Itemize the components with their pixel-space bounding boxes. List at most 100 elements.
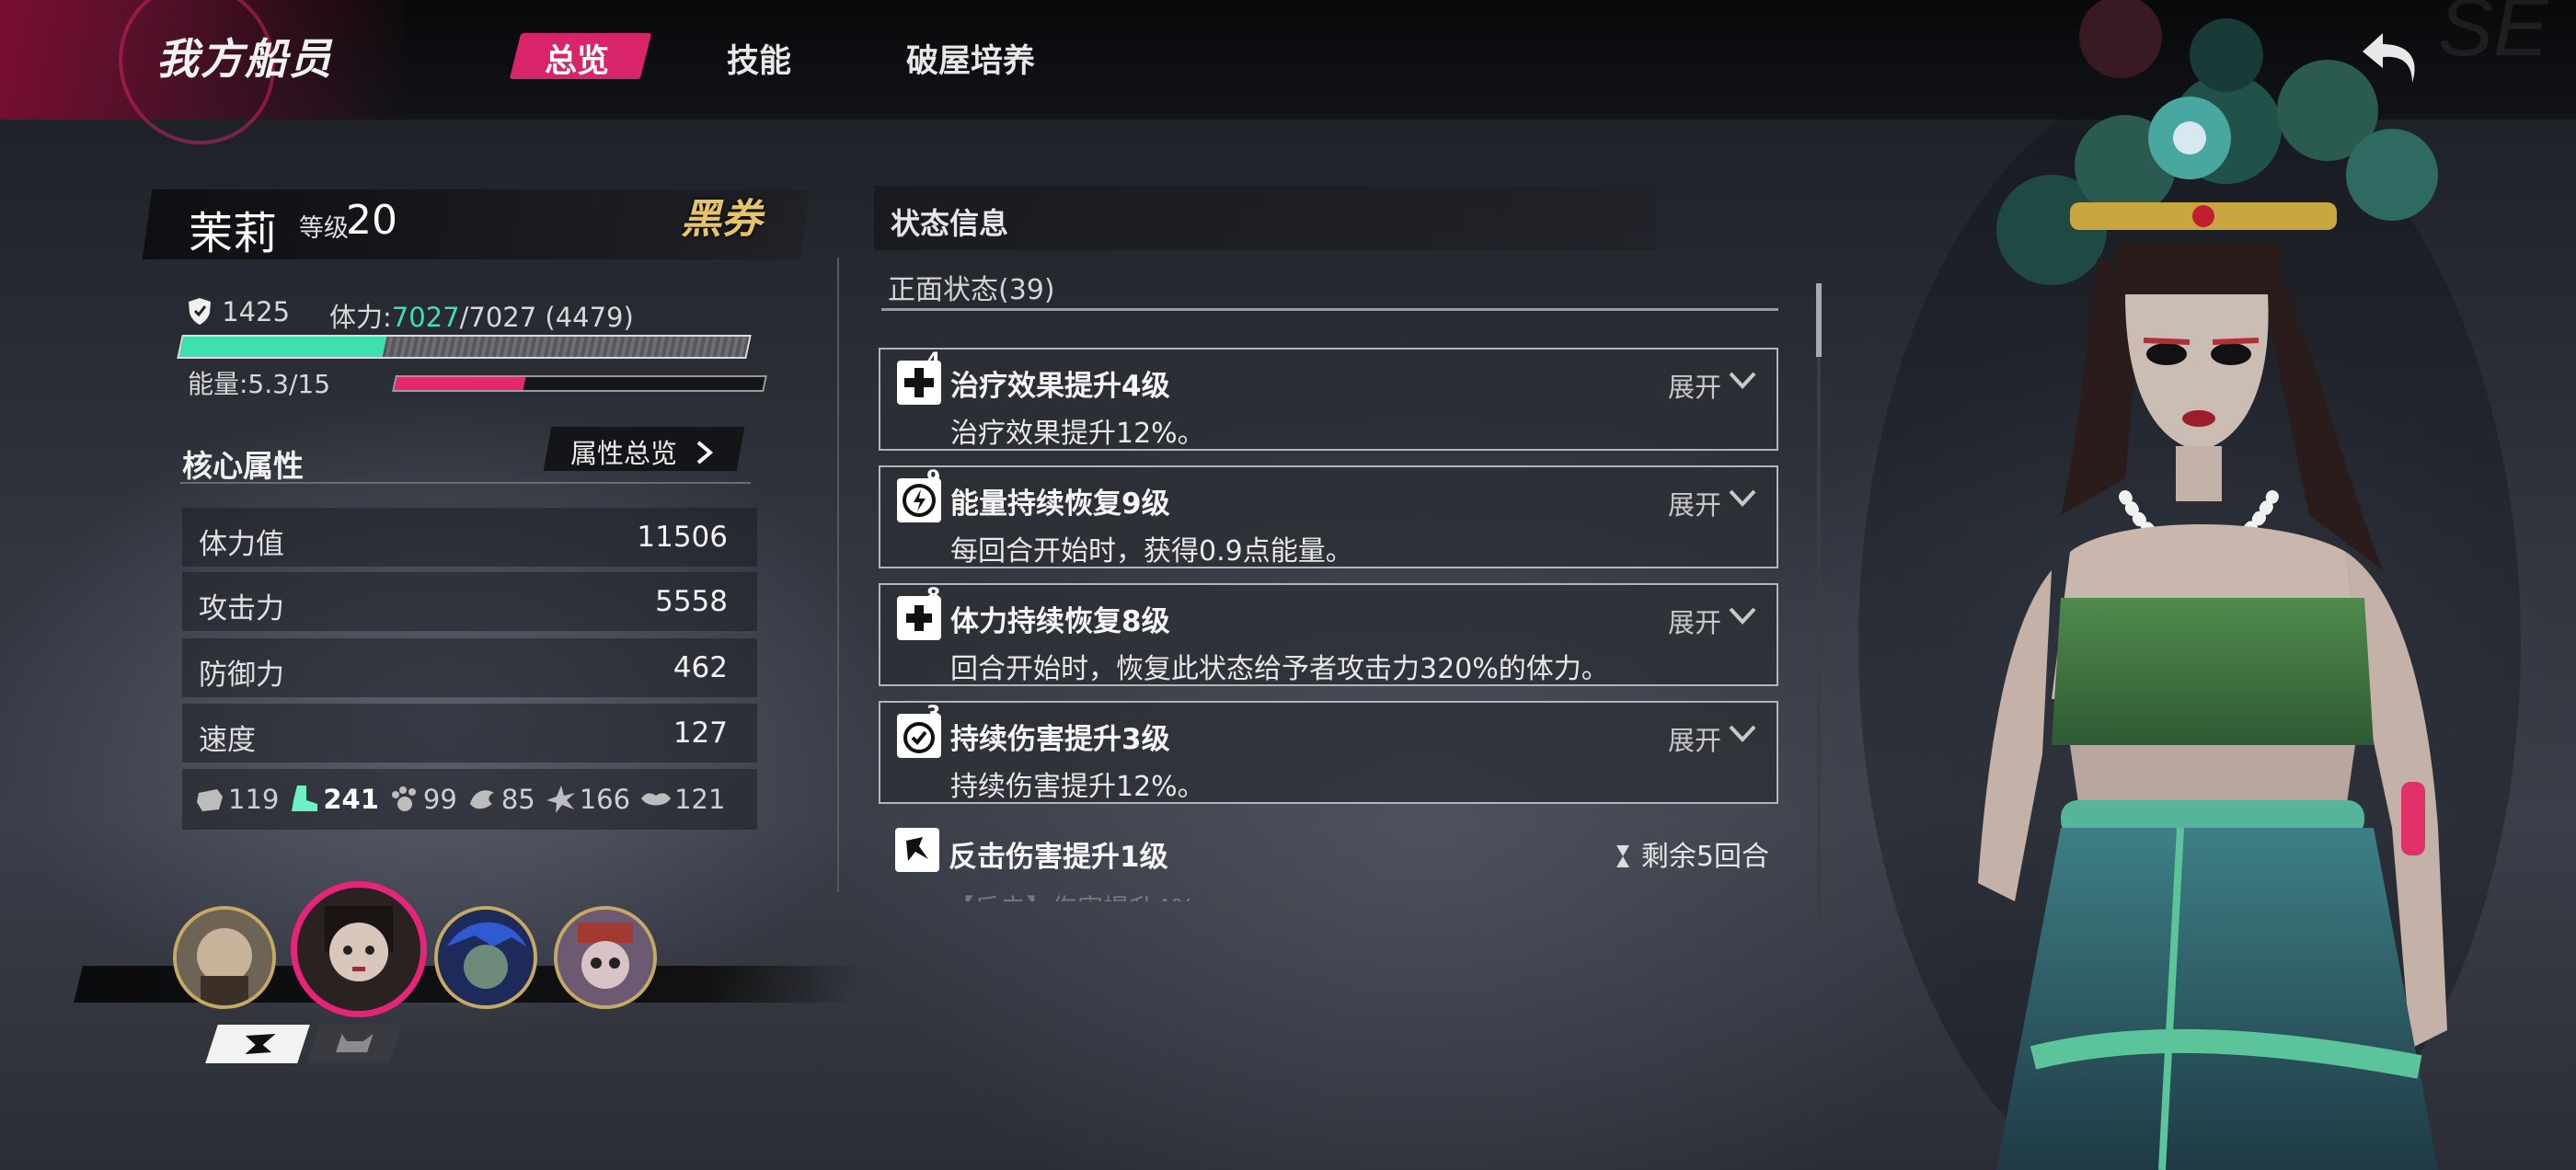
attribute-value: 5558 [655, 585, 728, 618]
buff-desc: 治疗效果提升12%。 [950, 418, 1205, 450]
shield-row: 1425 [186, 296, 290, 327]
buff-desc-partial: 【反击】伤害提升4% [949, 889, 1195, 901]
core-divider [180, 482, 751, 484]
resistance-value: 166 [579, 784, 631, 815]
remaining-text: 剩余5回合 [1640, 841, 1769, 873]
buff-name: 治疗效果提升4级 [950, 370, 1170, 403]
tab-overview[interactable]: 总览 [545, 35, 609, 82]
character-portrait-icon [177, 910, 272, 1005]
buff-item-dot[interactable]: 3 持续伤害提升3级 持续伤害提升12%。 展开 [879, 701, 1778, 804]
tab-skills[interactable]: 技能 [727, 35, 791, 82]
buff-name: 体力持续恢复8级 [950, 605, 1170, 638]
lips-icon [641, 793, 672, 806]
resistance-value: 99 [422, 784, 457, 815]
buff-level: 3 [926, 703, 941, 726]
character-name: 茉莉 [189, 208, 278, 259]
resistance-value: 119 [228, 784, 280, 815]
paw-icon [391, 786, 416, 811]
attribute-label: 体力值 [199, 528, 284, 561]
character-portrait-icon [438, 910, 534, 1005]
status-panel-title: 状态信息 [891, 206, 1009, 241]
resistance-wave: 85 [466, 784, 535, 815]
chevron-down-icon [1729, 489, 1756, 507]
attribute-value: 127 [673, 717, 728, 750]
hp-max: /7027 [459, 302, 537, 333]
team-tag-inactive[interactable] [306, 1025, 402, 1063]
team-tag-active[interactable] [205, 1025, 310, 1063]
attribute-row-speed: 速度 127 [182, 704, 757, 763]
hp-extra: (4479) [545, 302, 634, 333]
portrait-red-hat[interactable] [554, 906, 657, 1009]
energy-label: 能量:5.3/15 [188, 369, 331, 399]
resistance-paw: 99 [388, 784, 457, 815]
buff-item-energy[interactable]: 9 能量持续恢复9级 每回合开始时，获得0.9点能量。 展开 [879, 465, 1778, 568]
attribute-label: 攻击力 [199, 592, 284, 625]
resistance-burst: 166 [545, 784, 630, 815]
buff-name: 能量持续恢复9级 [950, 488, 1170, 521]
chevron-down-icon [1729, 725, 1756, 742]
buff-level: 8 [926, 585, 941, 608]
chevron-down-icon [1729, 372, 1756, 389]
shield-icon [189, 298, 211, 325]
buff-name: 反击伤害提升1级 [949, 841, 1168, 874]
expand-label[interactable]: 展开 [1668, 602, 1721, 640]
buff-desc: 持续伤害提升12%。 [950, 771, 1205, 803]
hp-bar-fill [178, 337, 387, 357]
shield-value: 1425 [222, 296, 291, 327]
character-portrait-icon [558, 910, 653, 1005]
buff-item-counter[interactable]: 反击伤害提升1级 剩余5回合 【反击】伤害提升4% [879, 817, 1778, 901]
wave-icon [469, 790, 494, 809]
buff-level: 4 [926, 350, 941, 373]
buff-item-hp-regen[interactable]: 8 体力持续恢复8级 回合开始时，恢复此状态给予者攻击力320%的体力。 展开 [879, 583, 1778, 686]
positive-status-label: 正面状态(39) [888, 274, 1055, 306]
counter-icon [895, 828, 939, 872]
hp-label: 体力: [329, 302, 392, 333]
core-attributes-title: 核心属性 [182, 448, 304, 484]
bird-emblem-icon [245, 1034, 276, 1054]
positive-status-divider [881, 308, 1778, 311]
panel-divider [837, 258, 839, 892]
character-portrait-icon [297, 888, 420, 1011]
attribute-row-attack: 攻击力 5558 [182, 572, 757, 631]
resistance-boot: 241 [288, 784, 379, 815]
portrait-molly[interactable] [291, 881, 427, 1017]
cat-emblem-icon [336, 1034, 374, 1052]
page-title: 我方船员 [156, 34, 333, 84]
boot-icon [292, 786, 318, 811]
portrait-blue-hair[interactable] [434, 906, 537, 1009]
buff-level: 9 [926, 467, 941, 490]
chevron-down-icon [1729, 607, 1756, 625]
buff-desc: 每回合开始时，获得0.9点能量。 [950, 535, 1353, 568]
svg-text:SE: SE [2438, 0, 2549, 74]
resistance-fist: 119 [193, 784, 279, 815]
expand-label[interactable]: 展开 [1668, 366, 1721, 405]
expand-label[interactable]: 展开 [1668, 484, 1721, 522]
attribute-row-hp: 体力值 11506 [182, 508, 757, 567]
level-value: 20 [346, 197, 397, 244]
attribute-label: 防御力 [199, 659, 284, 692]
hp-bar [177, 335, 752, 359]
chevron-right-icon [696, 441, 714, 465]
attribute-label: 速度 [199, 724, 256, 757]
attribute-value: 11506 [637, 521, 728, 554]
buff-remaining: 剩余5回合 [1614, 833, 1769, 874]
expand-label[interactable]: 展开 [1668, 719, 1721, 758]
tab-house-training[interactable]: 破屋培养 [906, 35, 1035, 82]
attribute-overview-text: 属性总览 [570, 438, 678, 469]
energy-bar-fill [394, 377, 526, 390]
resistance-value: 121 [674, 784, 726, 815]
hp-text-row: 体力:7027/7027 (4479) [329, 296, 634, 335]
attribute-row-defense: 防御力 462 [182, 638, 757, 697]
hourglass-icon [1616, 845, 1630, 867]
attribute-value: 462 [673, 651, 728, 684]
portrait-old-man[interactable] [173, 906, 276, 1009]
attribute-overview-label[interactable]: 属性总览 [570, 432, 715, 471]
resistance-value: 241 [323, 784, 379, 815]
buff-name: 持续伤害提升3级 [950, 723, 1170, 756]
fist-icon [197, 789, 223, 811]
energy-bar [392, 375, 767, 392]
resistance-value: 85 [500, 784, 535, 815]
buff-item-heal[interactable]: 4 治疗效果提升4级 治疗效果提升12%。 展开 [879, 348, 1778, 451]
resistance-row: 119 241 99 85 166 121 [182, 769, 757, 830]
buff-desc: 回合开始时，恢复此状态给予者攻击力320%的体力。 [950, 653, 1609, 685]
